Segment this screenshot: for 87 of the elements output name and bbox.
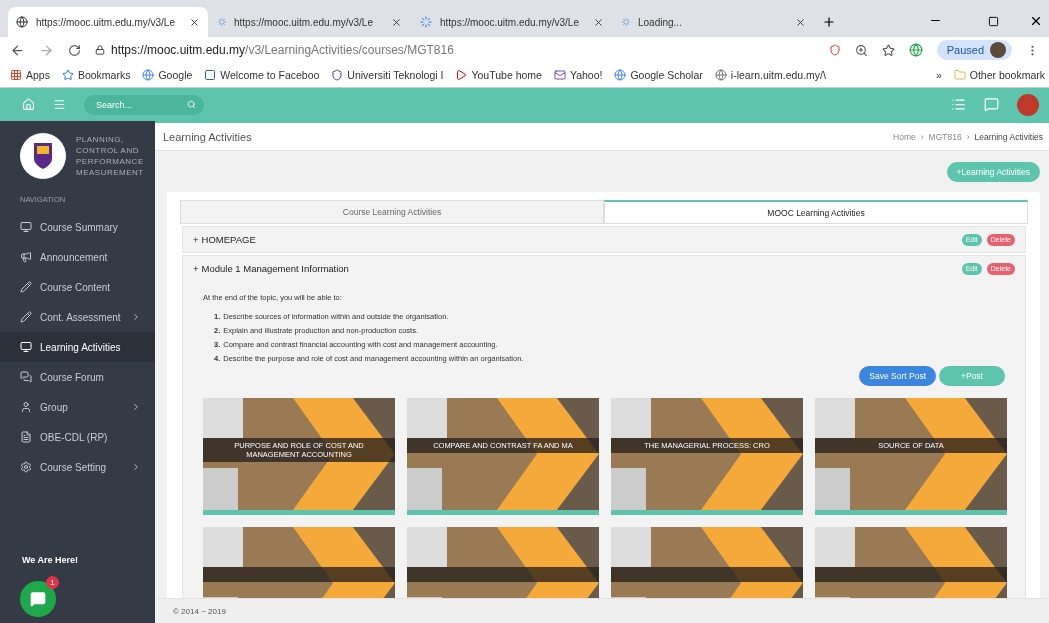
section-title: Module 1 Management Information xyxy=(201,263,350,274)
new-tab-icon[interactable] xyxy=(822,15,836,29)
loading-icon xyxy=(622,18,630,26)
breadcrumb-link[interactable]: Home xyxy=(893,131,916,142)
back-icon[interactable] xyxy=(10,42,25,58)
bookmark-item[interactable]: Welcome to Faceboo xyxy=(204,69,320,81)
bookmark-item[interactable]: Bookmarks xyxy=(61,69,131,81)
globe-icon xyxy=(16,16,28,28)
bookmark-item[interactable]: Apps xyxy=(10,69,50,81)
pencil-icon xyxy=(20,281,32,293)
bookmark-item[interactable]: YouTube home xyxy=(455,69,542,81)
nav-item[interactable]: Course Setting xyxy=(0,452,155,482)
spinner-icon xyxy=(420,16,432,28)
browser-tab[interactable]: https://mooc.uitm.edu.my/v3/Le xyxy=(8,7,208,37)
monitor-icon xyxy=(20,341,32,353)
globe-icon xyxy=(714,69,727,81)
nav-item[interactable]: Announcement xyxy=(0,242,155,272)
crest-logo xyxy=(20,133,66,179)
bookmark-item[interactable]: Universiti Teknologi I xyxy=(331,69,444,81)
extension-icon[interactable] xyxy=(908,43,923,57)
globe-icon xyxy=(142,69,155,81)
chat-button[interactable] xyxy=(20,581,56,617)
more-bookmarks-button[interactable]: » xyxy=(935,69,942,81)
browser-tab[interactable]: https://mooc.uitm.edu.my/v3/Le xyxy=(412,7,612,37)
search-icon xyxy=(187,100,196,109)
nav-item[interactable]: Group xyxy=(0,392,155,422)
zoom-icon[interactable] xyxy=(854,43,868,57)
user-icon xyxy=(20,401,32,413)
notification-badge: 1 xyxy=(46,576,59,589)
toggle-icon[interactable]: + xyxy=(193,263,199,274)
nav-item[interactable]: Cont. Assessment xyxy=(0,302,155,332)
chevron-icon xyxy=(131,402,141,412)
nav-item[interactable]: Learning Activities xyxy=(0,332,155,362)
loading-icon xyxy=(218,18,226,26)
chat-label: We Are Here! xyxy=(22,555,79,565)
bookmark-item[interactable]: Yahoo! xyxy=(553,69,603,81)
chat-icon xyxy=(20,371,32,383)
content-tab[interactable]: MOOC Learning Activities xyxy=(604,200,1028,224)
close-icon[interactable] xyxy=(189,16,200,28)
close-icon[interactable] xyxy=(593,16,604,28)
mail-icon xyxy=(553,69,566,81)
breadcrumb-separator: › xyxy=(966,131,970,142)
megaphone-icon xyxy=(20,251,32,263)
globe-icon xyxy=(614,69,627,81)
document-icon xyxy=(20,431,32,443)
nav-item[interactable]: Course Content xyxy=(0,272,155,302)
chat-icon xyxy=(30,591,46,607)
save-sort-button[interactable]: Save Sort Post xyxy=(859,366,936,386)
avatar-icon[interactable] xyxy=(1017,93,1039,116)
close-icon[interactable] xyxy=(391,16,402,28)
course-title: PLANNING, CONTROL AND PERFORMANCE MEASUREMENT xyxy=(76,134,145,178)
section-title: HOMEPAGE xyxy=(201,234,257,245)
restore-icon[interactable] xyxy=(988,16,999,27)
shield-icon[interactable] xyxy=(828,44,841,56)
close-icon[interactable] xyxy=(1029,14,1043,28)
play-icon xyxy=(455,69,468,81)
nav-item[interactable]: Course Summary xyxy=(0,212,155,242)
profile-button[interactable]: Paused xyxy=(936,40,1012,60)
bookmark-item[interactable]: Google xyxy=(142,69,193,81)
toggle-icon[interactable]: + xyxy=(193,234,199,245)
chevron-icon xyxy=(131,312,141,322)
monitor-icon xyxy=(20,221,32,233)
breadcrumb-link[interactable]: Learning Activities xyxy=(974,131,1043,142)
browser-tab[interactable]: https://mooc.uitm.edu.my/v3/Le xyxy=(210,7,410,37)
browser-tab[interactable]: Loading... xyxy=(614,7,814,37)
nav-item[interactable]: Course Forum xyxy=(0,362,155,392)
bookmark-star-icon[interactable] xyxy=(881,43,895,57)
square-icon xyxy=(204,69,217,81)
page-title: Learning Activities xyxy=(163,130,252,143)
breadcrumb-link[interactable]: MGT816 xyxy=(928,131,962,142)
bookmark-item[interactable]: Google Scholar xyxy=(614,69,703,81)
grid-icon xyxy=(10,69,22,81)
folder-icon xyxy=(953,69,966,81)
close-icon[interactable] xyxy=(795,16,806,28)
chevron-icon xyxy=(131,462,141,472)
lock-icon xyxy=(95,45,105,55)
reload-icon[interactable] xyxy=(68,43,81,57)
nav-item[interactable]: OBE-CDL (RP) xyxy=(0,422,155,452)
avatar-icon xyxy=(990,42,1006,58)
breadcrumb-separator: › xyxy=(920,131,924,142)
pencil-icon xyxy=(20,311,32,323)
url-text[interactable]: https://mooc.uitm.edu.my/v3/LearningActivities/courses/MGT816 xyxy=(111,43,454,57)
content-tab[interactable]: Course Learning Activities xyxy=(180,200,604,224)
gear-icon xyxy=(20,461,32,473)
bookmark-item[interactable]: Other bookmark xyxy=(953,69,1045,81)
bookmark-item[interactable]: i-learn.uitm.edu.my/\ xyxy=(714,69,826,81)
star-icon xyxy=(61,69,74,81)
